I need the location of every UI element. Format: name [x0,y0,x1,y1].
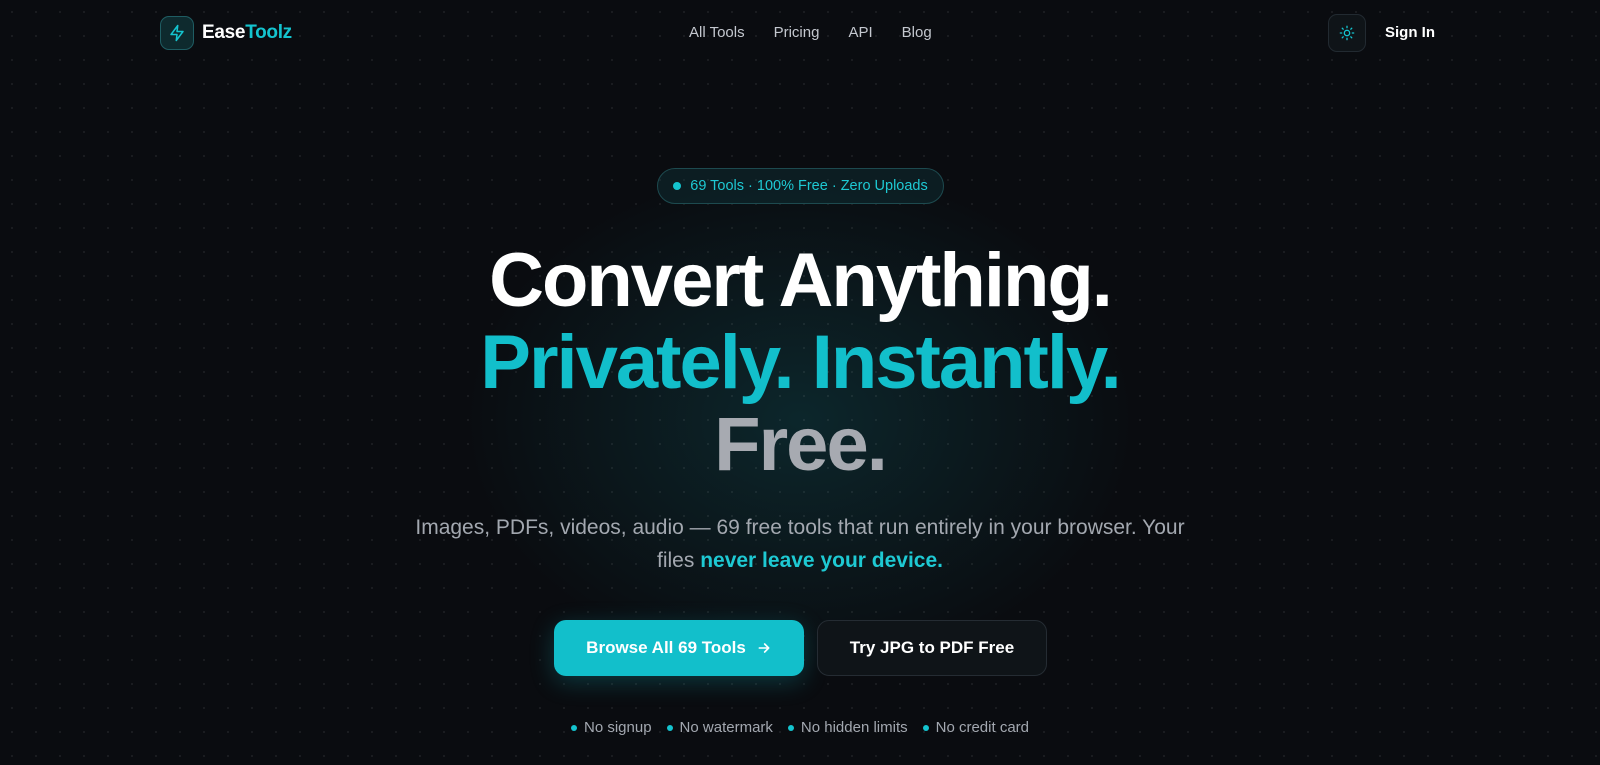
bullet-dot-icon [666,724,673,731]
hero-badge-text: 69 Tools · 100% Free · Zero Uploads [690,178,928,194]
hero-headline: Convert Anything. Privately. Instantly. … [0,240,1600,486]
logo-wordmark: EaseToolz [202,22,292,44]
nav-link-blog[interactable]: Blog [902,24,932,41]
bolt-icon [160,16,194,50]
sign-in-link[interactable]: Sign In [1385,24,1435,41]
theme-toggle-button[interactable] [1328,14,1366,52]
feature-label: No watermark [679,719,773,736]
landing-page: EaseToolz All Tools Pricing API Blog Sig… [0,0,1600,765]
feature-item: No watermark [666,719,773,736]
nav-link-api[interactable]: API [848,24,872,41]
feature-item: No hidden limits [787,719,908,736]
feature-label: No hidden limits [800,719,908,736]
arrow-right-icon [758,643,770,653]
sun-icon [1339,25,1355,41]
headline-line-3: Free. [714,402,888,487]
logo-link[interactable]: EaseToolz [160,16,292,50]
bullet-dot-icon [922,724,929,731]
top-navigation: EaseToolz All Tools Pricing API Blog Sig… [0,0,1600,68]
bullet-dot-icon [787,724,794,731]
browse-all-tools-button[interactable]: Browse All 69 Tools [554,620,804,676]
feature-item: No signup [571,719,652,736]
feature-item: No credit card [922,719,1029,736]
hero-subtitle: Images, PDFs, videos, audio — 69 free to… [400,511,1200,577]
badge-dot-icon [673,182,682,190]
cta-buttons: Browse All 69 Tools Try JPG to PDF Free [554,620,1047,676]
main-nav-links: All Tools Pricing API Blog [689,24,932,41]
headline-line-1: Convert Anything. [489,238,1113,323]
logo-part-ease: Ease [202,22,246,43]
logo-part-toolz: Toolz [245,22,292,43]
subtitle-highlight: never leave your device. [700,549,943,572]
hero-badge: 69 Tools · 100% Free · Zero Uploads [657,168,944,204]
feature-label: No signup [584,719,652,736]
nav-link-pricing[interactable]: Pricing [774,24,820,41]
headline-line-2: Privately. Instantly. [480,320,1121,405]
browse-all-tools-label: Browse All 69 Tools [586,638,746,657]
try-jpg-to-pdf-button[interactable]: Try JPG to PDF Free [817,620,1047,676]
feature-list: No signup No watermark No hidden limits … [0,719,1600,736]
feature-label: No credit card [935,719,1029,736]
bullet-dot-icon [571,724,577,731]
nav-link-all-tools[interactable]: All Tools [689,24,745,41]
try-jpg-to-pdf-label: Try JPG to PDF Free [849,638,1015,657]
